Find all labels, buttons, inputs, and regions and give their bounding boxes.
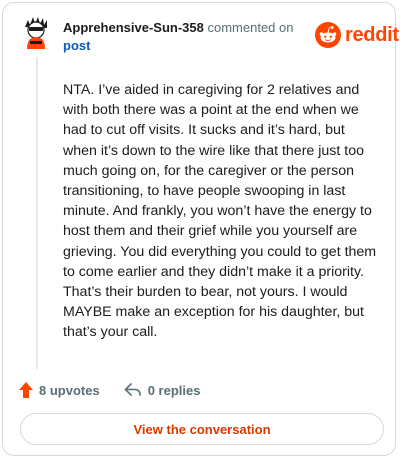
comment-header: Apprehensive-Sun-358 commented on post (63, 19, 303, 55)
post-link[interactable]: post (63, 38, 90, 53)
reply-arrow-icon (124, 383, 141, 396)
view-conversation-button[interactable]: View the conversation (20, 413, 384, 445)
upvote-count: 8 upvotes (39, 382, 100, 398)
reply-button[interactable]: 0 replies (124, 382, 201, 398)
username[interactable]: Apprehensive-Sun-358 (63, 20, 204, 35)
avatar-icon (25, 17, 47, 49)
comment-body: NTA. I’ve aided in caregiving for 2 rela… (63, 82, 377, 341)
comment-actions: 8 upvotes 0 replies (19, 379, 200, 401)
reply-count: 0 replies (147, 382, 201, 398)
avatar[interactable] (19, 15, 53, 49)
upvote-arrow-icon (19, 382, 33, 398)
reddit-snoo-icon (315, 22, 341, 48)
reddit-logo[interactable]: reddit (315, 21, 399, 49)
reddit-wordmark: reddit (345, 23, 399, 46)
upvote-button[interactable]: 8 upvotes (19, 382, 100, 398)
commented-on-text: commented on (203, 20, 294, 35)
thread-line (36, 57, 38, 369)
comment-card: Apprehensive-Sun-358 commented on post r… (2, 2, 399, 456)
